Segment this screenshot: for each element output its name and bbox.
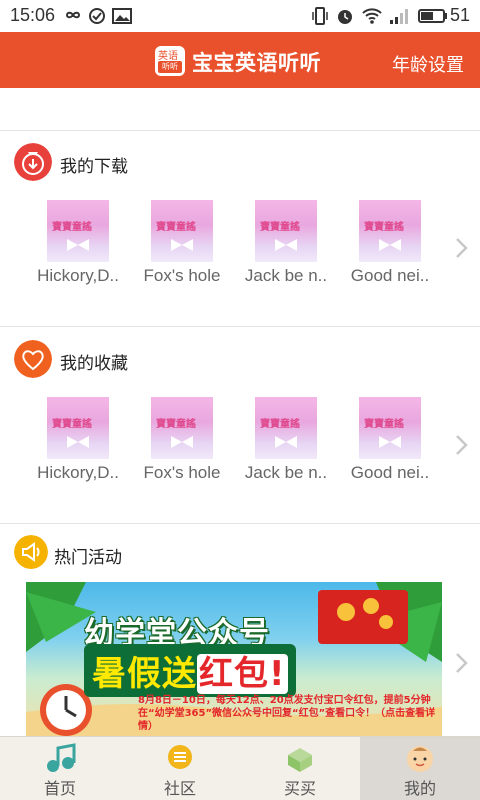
page-title: 宝宝英语听听 xyxy=(192,51,321,75)
status-bar: 15:06 51 xyxy=(0,0,480,32)
banner-subheadline: 暑假送红包! xyxy=(84,644,296,697)
tab-label: 首页 xyxy=(43,779,76,798)
item-caption: Good nei.. xyxy=(350,266,430,285)
thumbnail: 寶寶童謠 xyxy=(151,397,213,459)
item-caption: Hickory,D.. xyxy=(37,463,119,482)
banner-subheadline-text: 暑假送 xyxy=(92,654,197,694)
thumbnail-text: 寶寶童謠 xyxy=(52,222,92,233)
bottom-tab-bar: 首页 社区 买买 我的 xyxy=(0,736,480,800)
download-icon xyxy=(14,143,52,181)
thumbnail-text: 寶寶童謠 xyxy=(156,222,196,233)
thumbnail-text: 寶寶童謠 xyxy=(364,419,404,430)
bow-icon xyxy=(275,436,297,448)
divider xyxy=(0,523,480,524)
tab-label: 我的 xyxy=(403,779,436,798)
tab-label: 社区 xyxy=(163,779,196,798)
banner-description: 8月8日－10日，每天12点、20点发支付宝口令红包，提前5分钟在“幼学堂365… xyxy=(138,695,436,732)
thumbnail: 寶寶童謠 xyxy=(47,397,109,459)
thumbnail-text: 寶寶童謠 xyxy=(260,222,300,233)
shopping-icon xyxy=(288,748,312,772)
item-caption: Jack be n.. xyxy=(244,266,328,285)
app-logo: 英语 听听 xyxy=(155,46,185,76)
bow-icon xyxy=(275,239,297,251)
thumbnail-text: 寶寶童謠 xyxy=(260,419,300,430)
bow-icon xyxy=(379,239,401,251)
tab-mine[interactable]: 我的 xyxy=(360,737,480,800)
bow-icon xyxy=(171,436,193,448)
item-caption: Jack be n.. xyxy=(244,463,328,482)
item-caption: Fox's hole xyxy=(143,463,221,482)
music-note-icon xyxy=(47,743,76,772)
age-setting-button[interactable]: 年龄设置 xyxy=(392,51,464,77)
tab-label: 买买 xyxy=(283,779,316,798)
thumbnail-text: 寶寶童謠 xyxy=(364,222,404,233)
bow-icon xyxy=(379,436,401,448)
bow-icon xyxy=(67,436,89,448)
check-circle-icon xyxy=(89,8,105,24)
divider xyxy=(0,326,480,327)
baby-face-icon xyxy=(407,746,433,772)
infinity-icon xyxy=(65,11,81,19)
megaphone-icon xyxy=(14,535,48,569)
thumbnail: 寶寶童謠 xyxy=(255,397,317,459)
thumbnail: 寶寶童謠 xyxy=(151,200,213,262)
wifi-icon xyxy=(362,8,382,24)
banner-subheadline-highlight: 红包! xyxy=(197,654,288,694)
tab-home[interactable]: 首页 xyxy=(0,737,120,800)
item-caption: Hickory,D.. xyxy=(37,266,119,285)
tab-shop[interactable]: 买买 xyxy=(240,737,360,800)
chevron-right-icon[interactable] xyxy=(454,434,468,456)
bow-icon xyxy=(171,239,193,251)
logo-text-bottom: 听听 xyxy=(158,61,182,73)
logo-text-top: 英语 xyxy=(158,51,178,62)
bow-icon xyxy=(67,239,89,251)
thumbnail: 寶寶童謠 xyxy=(47,200,109,262)
app-header: 英语 听听 宝宝英语听听 年龄设置 xyxy=(0,32,480,88)
item-caption: Good nei.. xyxy=(350,463,430,482)
activities-title: 热门活动 xyxy=(54,548,122,568)
main-content[interactable]: 我的下载 寶寶童謠 Hickory,D.. 寶寶童謠 Fox's hole 寶寶… xyxy=(0,88,480,736)
image-icon xyxy=(112,8,132,24)
favorites-title: 我的收藏 xyxy=(60,354,128,374)
battery-level: 51 xyxy=(449,5,470,25)
thumbnail-text: 寶寶童謠 xyxy=(52,419,92,430)
chevron-right-icon[interactable] xyxy=(454,652,468,674)
vibrate-icon xyxy=(312,7,328,25)
battery-icon xyxy=(418,9,447,23)
item-caption: Fox's hole xyxy=(143,266,221,285)
activity-banner[interactable]: 幼学堂公众号 暑假送红包! 8月8日－10日，每天12点、20点发支付宝口令红包… xyxy=(26,582,442,736)
heart-icon xyxy=(14,340,52,378)
tab-community[interactable]: 社区 xyxy=(120,737,240,800)
divider xyxy=(0,130,480,131)
signal-icon xyxy=(390,9,408,24)
chevron-right-icon[interactable] xyxy=(454,237,468,259)
alarm-icon xyxy=(338,10,352,24)
thumbnail: 寶寶童謠 xyxy=(255,200,317,262)
downloads-title: 我的下载 xyxy=(60,157,128,177)
status-time: 15:06 xyxy=(10,5,56,25)
thumbnail-text: 寶寶童謠 xyxy=(156,419,196,430)
community-icon xyxy=(168,745,192,769)
thumbnail: 寶寶童謠 xyxy=(359,200,421,262)
thumbnail: 寶寶童謠 xyxy=(359,397,421,459)
